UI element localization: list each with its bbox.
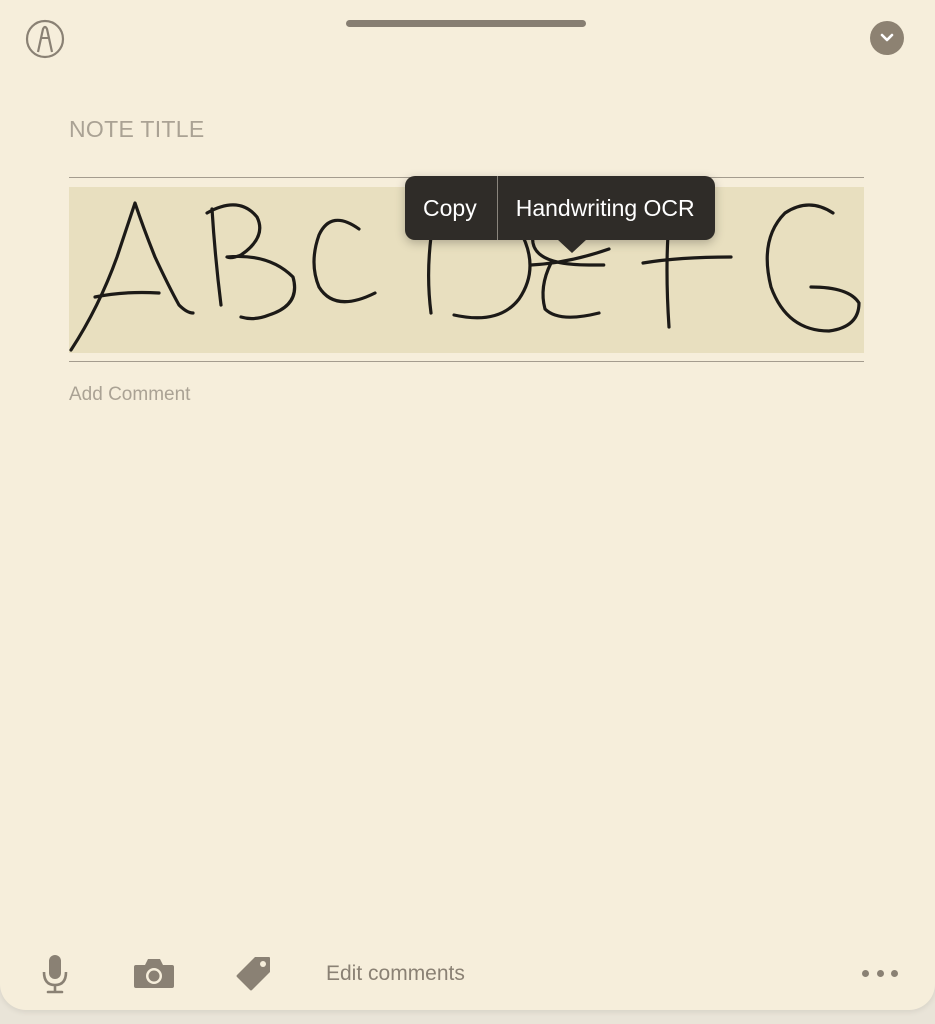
dot [876, 969, 884, 977]
collapse-button[interactable] [870, 21, 904, 55]
add-comment-placeholder[interactable]: Add Comment [69, 384, 190, 406]
dot [862, 969, 869, 977]
edit-comments-button[interactable]: Edit comments [326, 962, 465, 986]
ellipsis-icon[interactable] [862, 966, 898, 980]
handwriting-ocr-menu-item[interactable]: Handwriting OCR [498, 176, 715, 240]
context-menu: Copy Handwriting OCR [405, 176, 715, 240]
dot [891, 969, 898, 977]
microphone-icon[interactable] [42, 954, 68, 999]
context-menu-arrow [557, 239, 587, 253]
note-sheet: NOTE TITLE Add Comment Copy Handwriting … [0, 0, 935, 1010]
copy-menu-item[interactable]: Copy [405, 176, 497, 240]
ink-area-bottom-rule [69, 361, 864, 362]
tag-icon[interactable] [236, 955, 272, 996]
note-title-placeholder[interactable]: NOTE TITLE [69, 116, 205, 143]
pencil-circle-icon[interactable] [25, 19, 65, 59]
camera-icon[interactable] [133, 957, 175, 994]
sheet-grabber-handle[interactable] [346, 20, 586, 27]
chevron-down-icon [880, 33, 894, 42]
